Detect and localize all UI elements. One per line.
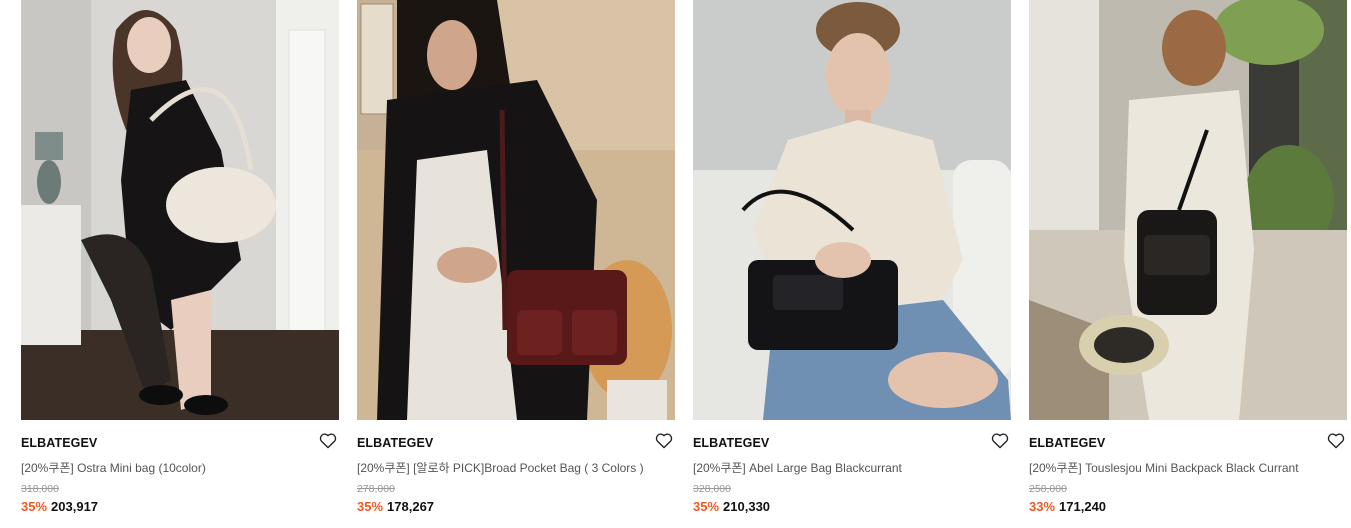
product-card[interactable]: ELBATEGEV [20%쿠폰] Abel Large Bag Blackcu… (693, 0, 1011, 528)
discount-rate: 35% (357, 499, 384, 514)
heart-outline-icon[interactable] (1327, 432, 1345, 449)
product-card[interactable]: ELBATEGEV [20%쿠폰] [알로하 PICK]Broad Pocket… (357, 0, 675, 528)
product-name[interactable]: [20%쿠폰] Ostra Mini bag (10color) (21, 459, 206, 476)
original-price: 328,000 (693, 483, 731, 495)
original-price: 258,000 (1029, 483, 1067, 495)
original-price: 318,000 (21, 483, 59, 495)
product-image[interactable] (357, 0, 675, 420)
sale-price: 171,240 (1059, 499, 1107, 514)
product-image[interactable] (21, 0, 339, 420)
product-image[interactable] (1029, 0, 1347, 420)
brand-name[interactable]: ELBATEGEV (1029, 436, 1105, 450)
sale-price: 178,267 (387, 499, 435, 514)
product-name[interactable]: [20%쿠폰] Touslesjou Mini Backpack Black C… (1029, 459, 1299, 476)
price-row: 33% 171,240 (1029, 499, 1106, 514)
product-name[interactable]: [20%쿠폰] Abel Large Bag Blackcurrant (693, 459, 902, 476)
brand-name[interactable]: ELBATEGEV (21, 436, 97, 450)
product-image[interactable] (693, 0, 1011, 420)
product-card[interactable]: ELBATEGEV [20%쿠폰] Touslesjou Mini Backpa… (1029, 0, 1347, 528)
sale-price: 203,917 (51, 499, 99, 514)
discount-rate: 35% (21, 499, 48, 514)
heart-outline-icon[interactable] (991, 432, 1009, 449)
discount-rate: 35% (693, 499, 720, 514)
product-card[interactable]: ELBATEGEV [20%쿠폰] Ostra Mini bag (10colo… (21, 0, 339, 528)
discount-rate: 33% (1029, 499, 1056, 514)
price-row: 35% 203,917 (21, 499, 98, 514)
brand-name[interactable]: ELBATEGEV (357, 436, 433, 450)
product-name[interactable]: [20%쿠폰] [알로하 PICK]Broad Pocket Bag ( 3 C… (357, 459, 644, 476)
product-grid: ELBATEGEV [20%쿠폰] Ostra Mini bag (10colo… (21, 0, 1347, 528)
price-row: 35% 210,330 (693, 499, 770, 514)
brand-name[interactable]: ELBATEGEV (693, 436, 769, 450)
sale-price: 210,330 (723, 499, 771, 514)
heart-outline-icon[interactable] (655, 432, 673, 449)
price-row: 35% 178,267 (357, 499, 434, 514)
heart-outline-icon[interactable] (319, 432, 337, 449)
original-price: 278,000 (357, 483, 395, 495)
